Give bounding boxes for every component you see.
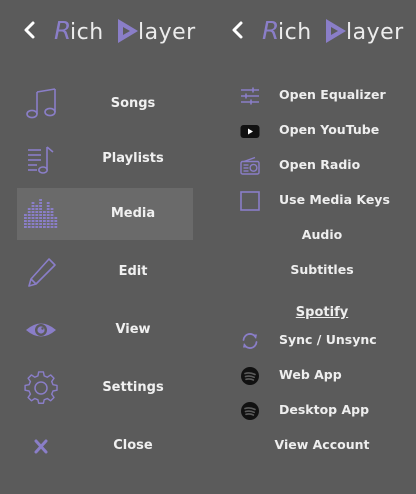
radio-icon: [240, 156, 260, 175]
pencil-icon: [28, 258, 56, 287]
svg-text:R: R: [54, 16, 71, 45]
spotify-icon: [241, 367, 259, 385]
open-youtube-item[interactable]: Open YouTube: [232, 115, 416, 145]
svg-text:layer: layer: [346, 20, 404, 45]
svg-text:R: R: [262, 16, 279, 45]
chevron-left-icon[interactable]: [18, 18, 42, 42]
menu-item-view[interactable]: View: [17, 304, 193, 356]
rich-player-logo: R ich layer: [262, 16, 404, 45]
open-equalizer-label: Open Equalizer: [279, 87, 386, 102]
menu-item-songs[interactable]: Songs: [17, 78, 193, 130]
open-youtube-label: Open YouTube: [279, 122, 380, 137]
subtitles-item[interactable]: Subtitles: [232, 255, 416, 285]
equalizer-bars-icon: [24, 199, 58, 228]
rich-player-logo: R ich layer: [54, 16, 196, 45]
audio-item[interactable]: Audio: [232, 220, 416, 250]
menu-item-media[interactable]: Media: [17, 188, 193, 240]
spotify-web-app-label: Web App: [279, 367, 342, 382]
sync-icon: [242, 333, 258, 349]
eye-icon: [26, 323, 56, 337]
chevron-left-icon[interactable]: [226, 18, 250, 42]
svg-text:ich: ich: [278, 20, 312, 45]
spotify-view-account-item[interactable]: View Account: [232, 430, 416, 460]
open-radio-label: Open Radio: [279, 157, 361, 172]
subtitles-label: Subtitles: [290, 262, 354, 277]
spotify-heading: Spotify: [295, 305, 349, 320]
menu-label-settings: Settings: [102, 380, 164, 395]
svg-text:layer: layer: [138, 20, 196, 45]
menu-item-edit[interactable]: Edit: [17, 246, 193, 298]
youtube-icon: [240, 125, 260, 138]
playlist-icon: [28, 146, 54, 174]
use-media-keys-item[interactable]: Use Media Keys: [232, 185, 416, 215]
spotify-sync-item[interactable]: Sync / Unsync: [232, 325, 416, 355]
menu-item-playlists[interactable]: Playlists: [17, 133, 193, 185]
media-submenu-panel: R ich layer Open Equalizer Open YouTube: [208, 0, 416, 494]
app-header: R ich layer: [208, 12, 416, 48]
menu-label-playlists: Playlists: [102, 151, 164, 166]
use-media-keys-label: Use Media Keys: [279, 192, 390, 207]
open-radio-item[interactable]: Open Radio: [232, 150, 416, 180]
menu-label-media: Media: [110, 206, 156, 221]
audio-label: Audio: [301, 227, 343, 242]
sliders-icon: [241, 87, 259, 105]
app-header: R ich layer: [0, 12, 208, 48]
checkbox-icon[interactable]: [240, 191, 260, 211]
menu-label-edit: Edit: [118, 264, 148, 279]
menu-item-close[interactable]: Close: [17, 420, 193, 472]
menu-label-close: Close: [113, 438, 153, 453]
spotify-desktop-app-item[interactable]: Desktop App: [232, 395, 416, 425]
close-x-icon: [34, 439, 48, 454]
menu-label-view: View: [115, 322, 151, 337]
left-menu-panel: R ich layer Songs Playlists Media Edit V…: [0, 0, 208, 494]
spotify-desktop-app-label: Desktop App: [279, 402, 370, 417]
spotify-web-app-item[interactable]: Web App: [232, 360, 416, 390]
gear-icon: [24, 371, 58, 404]
music-note-icon: [26, 88, 56, 119]
svg-text:ich: ich: [70, 20, 104, 45]
menu-label-songs: Songs: [110, 96, 156, 111]
spotify-view-account-label: View Account: [274, 437, 370, 452]
menu-item-settings[interactable]: Settings: [17, 362, 193, 414]
open-equalizer-item[interactable]: Open Equalizer: [232, 80, 416, 110]
spotify-icon: [241, 402, 259, 420]
spotify-sync-label: Sync / Unsync: [279, 332, 377, 347]
